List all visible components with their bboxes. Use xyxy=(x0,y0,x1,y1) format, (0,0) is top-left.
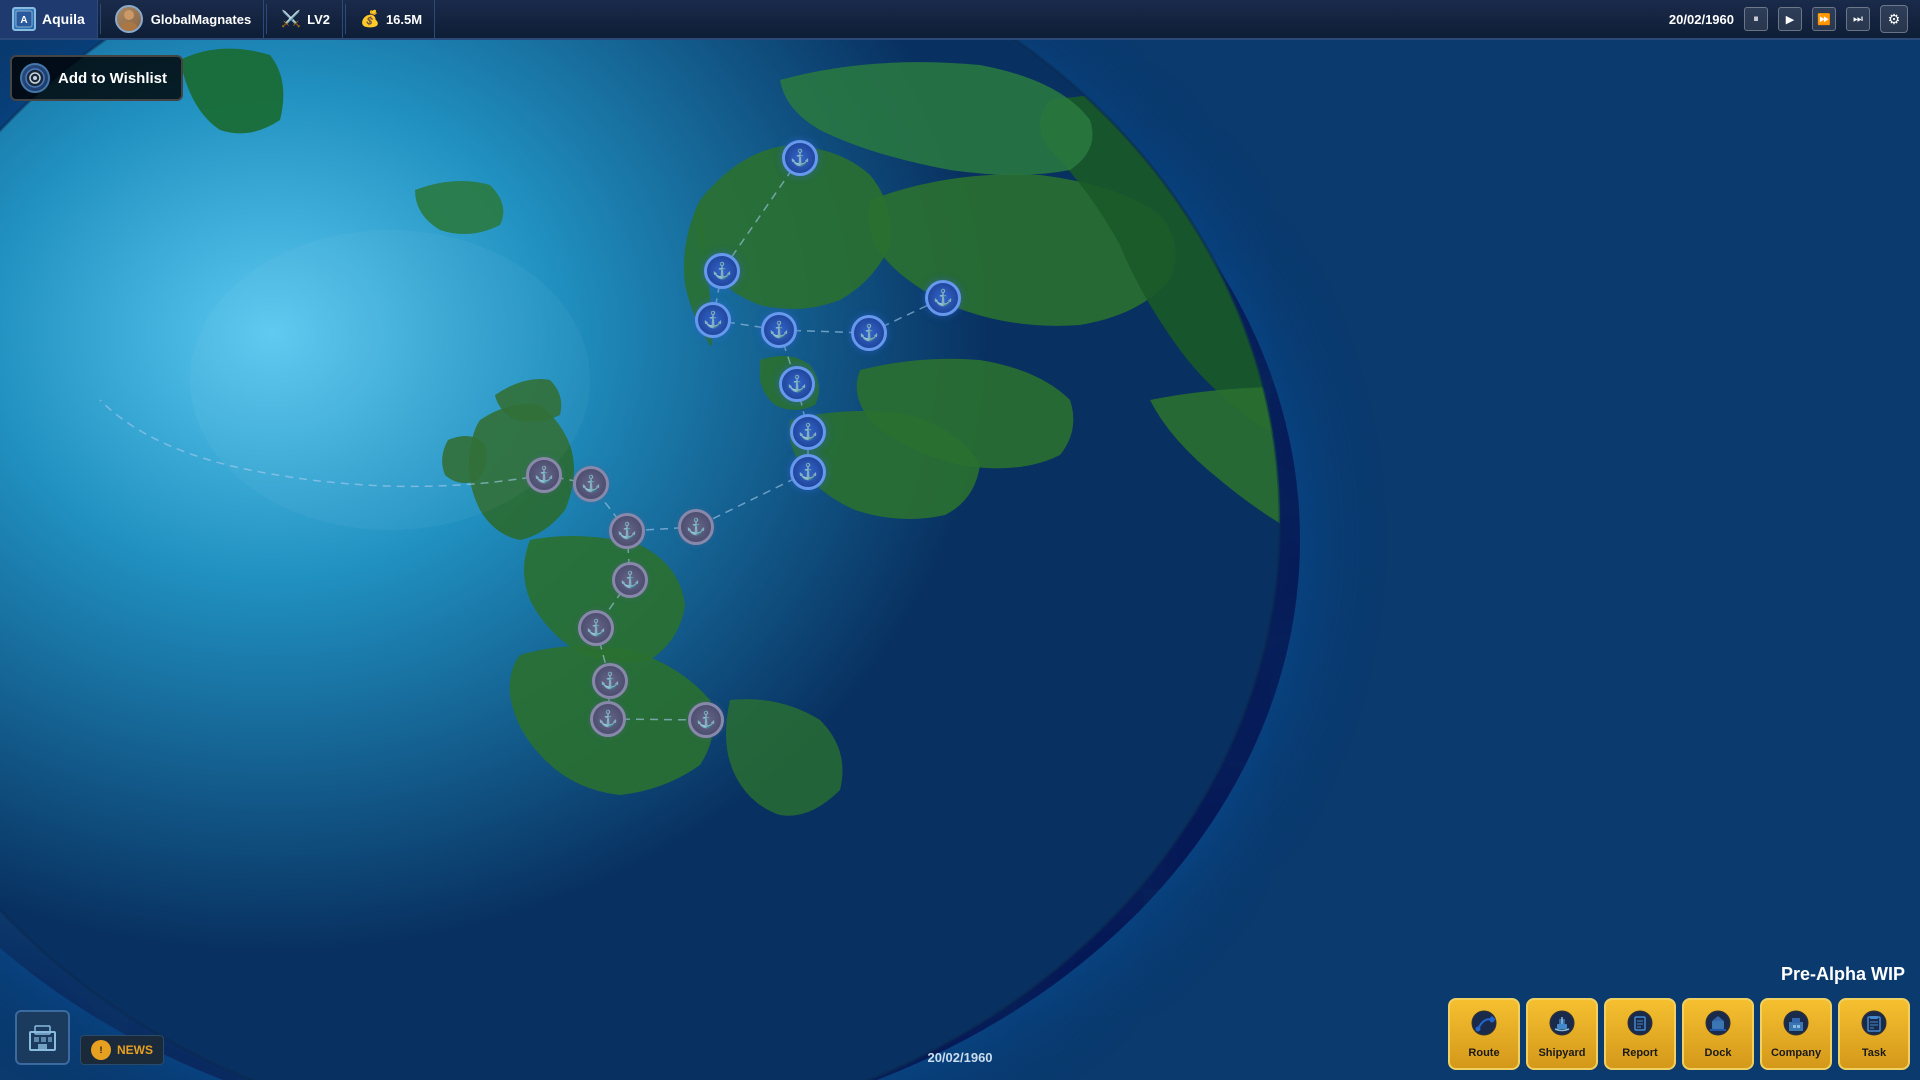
bottom-toolbar: Route Shipyard Report xyxy=(1448,998,1910,1070)
task-button[interactable]: Task xyxy=(1838,998,1910,1070)
building-button[interactable] xyxy=(15,1010,70,1065)
globe-svg xyxy=(0,0,1920,1080)
player-section: GlobalMagnates xyxy=(103,0,264,38)
player-avatar xyxy=(115,5,143,33)
settings-button[interactable]: ⚙ xyxy=(1880,5,1908,33)
report-button[interactable]: Report xyxy=(1604,998,1676,1070)
port-france-west[interactable]: ⚓ xyxy=(592,663,628,699)
port-sweden-gothenburg[interactable]: ⚓ xyxy=(761,312,797,348)
play-button[interactable]: ▶ xyxy=(1778,7,1802,31)
news-label: NEWS xyxy=(117,1043,153,1057)
separator-2 xyxy=(266,4,267,34)
port-ireland[interactable]: ⚓ xyxy=(526,457,562,493)
map-container[interactable] xyxy=(0,0,1920,1080)
task-label: Task xyxy=(1862,1047,1886,1059)
building-icon xyxy=(25,1020,60,1055)
topbar-left: A Aquila GlobalMagnates ⚔️ LV2 xyxy=(0,0,435,38)
port-uk-south[interactable]: ⚓ xyxy=(609,513,645,549)
task-icon xyxy=(1860,1009,1888,1044)
level-value: LV2 xyxy=(307,12,330,27)
company-label: Company xyxy=(1771,1047,1821,1059)
port-norway-bergen[interactable]: ⚓ xyxy=(704,253,740,289)
company-button[interactable]: Company xyxy=(1760,998,1832,1070)
news-icon: ! xyxy=(91,1040,111,1060)
wip-label: Pre-Alpha WIP xyxy=(1781,964,1905,985)
player-name: GlobalMagnates xyxy=(151,12,251,27)
shipyard-label: Shipyard xyxy=(1538,1047,1585,1059)
game-icon: A xyxy=(12,7,36,31)
port-finland[interactable]: ⚓ xyxy=(925,280,961,316)
port-channel[interactable]: ⚓ xyxy=(612,562,648,598)
dock-button[interactable]: Dock xyxy=(1682,998,1754,1070)
port-uk-west[interactable]: ⚓ xyxy=(573,466,609,502)
dock-icon xyxy=(1704,1009,1732,1044)
company-icon xyxy=(1782,1009,1810,1044)
port-denmark-south[interactable]: ⚓ xyxy=(790,414,826,450)
bottom-date: 20/02/1960 xyxy=(927,1050,992,1065)
level-icon: ⚔️ xyxy=(281,9,301,29)
fast-forward-button[interactable]: ⏩ xyxy=(1812,7,1836,31)
faster-button[interactable]: ⏭ xyxy=(1846,7,1870,31)
port-norway-stavanger[interactable]: ⚓ xyxy=(695,302,731,338)
pause-button[interactable]: ⏸ xyxy=(1744,7,1768,31)
topbar-right: 20/02/1960 ⏸ ▶ ⏩ ⏭ ⚙ xyxy=(1657,5,1920,33)
port-germany-north[interactable]: ⚓ xyxy=(790,454,826,490)
separator-3 xyxy=(345,4,346,34)
dock-label: Dock xyxy=(1705,1047,1732,1059)
report-label: Report xyxy=(1622,1047,1657,1059)
money-section: 💰 16.5M xyxy=(348,0,435,38)
report-icon xyxy=(1626,1009,1654,1044)
route-icon xyxy=(1470,1009,1498,1044)
shipyard-button[interactable]: Shipyard xyxy=(1526,998,1598,1070)
separator-1 xyxy=(100,4,101,34)
route-label: Route xyxy=(1468,1047,1499,1059)
port-spain-north[interactable]: ⚓ xyxy=(590,701,626,737)
topbar: A Aquila GlobalMagnates ⚔️ LV2 xyxy=(0,0,1920,40)
shipyard-icon xyxy=(1548,1009,1576,1044)
route-button[interactable]: Route xyxy=(1448,998,1520,1070)
wishlist-label: Add to Wishlist xyxy=(58,70,167,87)
money-icon: 💰 xyxy=(360,9,380,29)
wishlist-button[interactable]: Add to Wishlist xyxy=(10,55,183,101)
svg-text:A: A xyxy=(20,15,27,26)
port-denmark-north[interactable]: ⚓ xyxy=(779,366,815,402)
money-value: 16.5M xyxy=(386,12,422,27)
news-bar[interactable]: ! NEWS xyxy=(80,1035,164,1065)
port-iberia-east[interactable]: ⚓ xyxy=(688,702,724,738)
port-uk-east[interactable]: ⚓ xyxy=(678,509,714,545)
port-sweden-stockholm[interactable]: ⚓ xyxy=(851,315,887,351)
game-logo-section: A Aquila xyxy=(0,0,98,38)
date-display: 20/02/1960 xyxy=(1669,12,1734,27)
port-france-north[interactable]: ⚓ xyxy=(578,610,614,646)
game-title: Aquila xyxy=(42,11,85,27)
level-section: ⚔️ LV2 xyxy=(269,0,343,38)
port-norway-north[interactable]: ⚓ xyxy=(782,140,818,176)
steam-icon xyxy=(20,63,50,93)
